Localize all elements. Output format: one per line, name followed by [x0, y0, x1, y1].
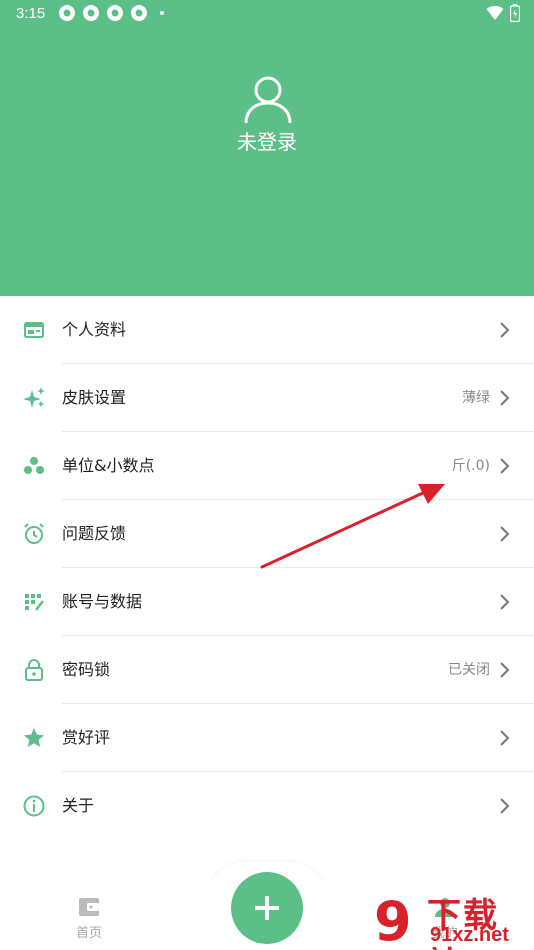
- chevron-right-icon: [500, 458, 510, 474]
- login-status-text[interactable]: 未登录: [0, 126, 534, 155]
- notification-app-icon: [131, 5, 147, 21]
- menu-item-value: 薄绿: [462, 390, 490, 406]
- notification-app-icon: [83, 5, 99, 21]
- menu-item-value: 斤(.0): [451, 458, 490, 474]
- menu-item-skin[interactable]: 皮肤设置 薄绿: [0, 364, 534, 432]
- chevron-right-icon: [500, 594, 510, 610]
- chevron-right-icon: [500, 390, 510, 406]
- add-record-button[interactable]: [231, 872, 303, 944]
- profile-header: 未登录: [0, 0, 534, 296]
- info-icon: [23, 795, 45, 817]
- menu-item-label: 账号与数据: [62, 592, 143, 611]
- menu-item-label: 密码锁: [62, 660, 111, 679]
- tab-home-label: 首页: [75, 926, 102, 941]
- chevron-right-icon: [500, 730, 510, 746]
- star-icon: [24, 728, 44, 747]
- chevron-right-icon: [500, 662, 510, 678]
- chevron-right-icon: [500, 322, 510, 338]
- battery-icon: [510, 4, 520, 22]
- data-grid-icon: [25, 594, 44, 611]
- chevron-right-icon: [500, 798, 510, 814]
- menu-item-about[interactable]: 关于: [0, 772, 534, 840]
- feedback-icon: [24, 523, 44, 544]
- settings-menu: 个人资料 皮肤设置 薄绿 单位&小数点 斤(.0) 问题反馈 账号与数据 密码锁…: [0, 296, 534, 840]
- plus-icon: [255, 896, 279, 920]
- notification-app-icon: [59, 5, 75, 21]
- menu-item-value: 已关闭: [448, 662, 490, 678]
- menu-item-label: 单位&小数点: [62, 456, 155, 475]
- menu-item-unit[interactable]: 单位&小数点 斤(.0): [0, 432, 534, 500]
- menu-item-label: 个人资料: [62, 320, 127, 339]
- menu-item-label: 皮肤设置: [62, 388, 127, 407]
- tab-home[interactable]: 首页: [49, 896, 129, 941]
- user-avatar-icon[interactable]: [243, 74, 293, 124]
- status-time: 3:15: [16, 5, 46, 22]
- profile-card-icon: [24, 322, 44, 338]
- menu-item-label: 关于: [62, 796, 95, 815]
- chevron-right-icon: [500, 526, 510, 542]
- site-watermark: 9 下载站 91xz.net: [372, 888, 534, 950]
- lock-icon: [25, 659, 43, 681]
- watermark-badge: 9: [374, 890, 412, 950]
- watermark-logo-icon: 9: [374, 890, 412, 950]
- menu-item-profile[interactable]: 个人资料: [0, 296, 534, 364]
- notification-icons: [58, 4, 164, 22]
- status-indicators: [486, 4, 520, 22]
- menu-item-label: 问题反馈: [62, 524, 127, 543]
- sparkle-icon: [23, 387, 45, 408]
- wallet-icon: [79, 898, 99, 916]
- notification-app-icon: [107, 5, 123, 21]
- more-notifications-dot: [160, 11, 164, 15]
- wifi-icon: [486, 5, 504, 20]
- menu-item-password-lock[interactable]: 密码锁 已关闭: [0, 636, 534, 704]
- menu-item-feedback[interactable]: 问题反馈: [0, 500, 534, 568]
- menu-item-account-data[interactable]: 账号与数据: [0, 568, 534, 636]
- status-bar: 3:15: [0, 0, 534, 28]
- menu-item-label: 赏好评: [62, 728, 111, 747]
- dots-cluster-icon: [24, 457, 44, 474]
- watermark-domain-text: 91xz.net: [430, 924, 509, 946]
- menu-item-rate[interactable]: 赏好评: [0, 704, 534, 772]
